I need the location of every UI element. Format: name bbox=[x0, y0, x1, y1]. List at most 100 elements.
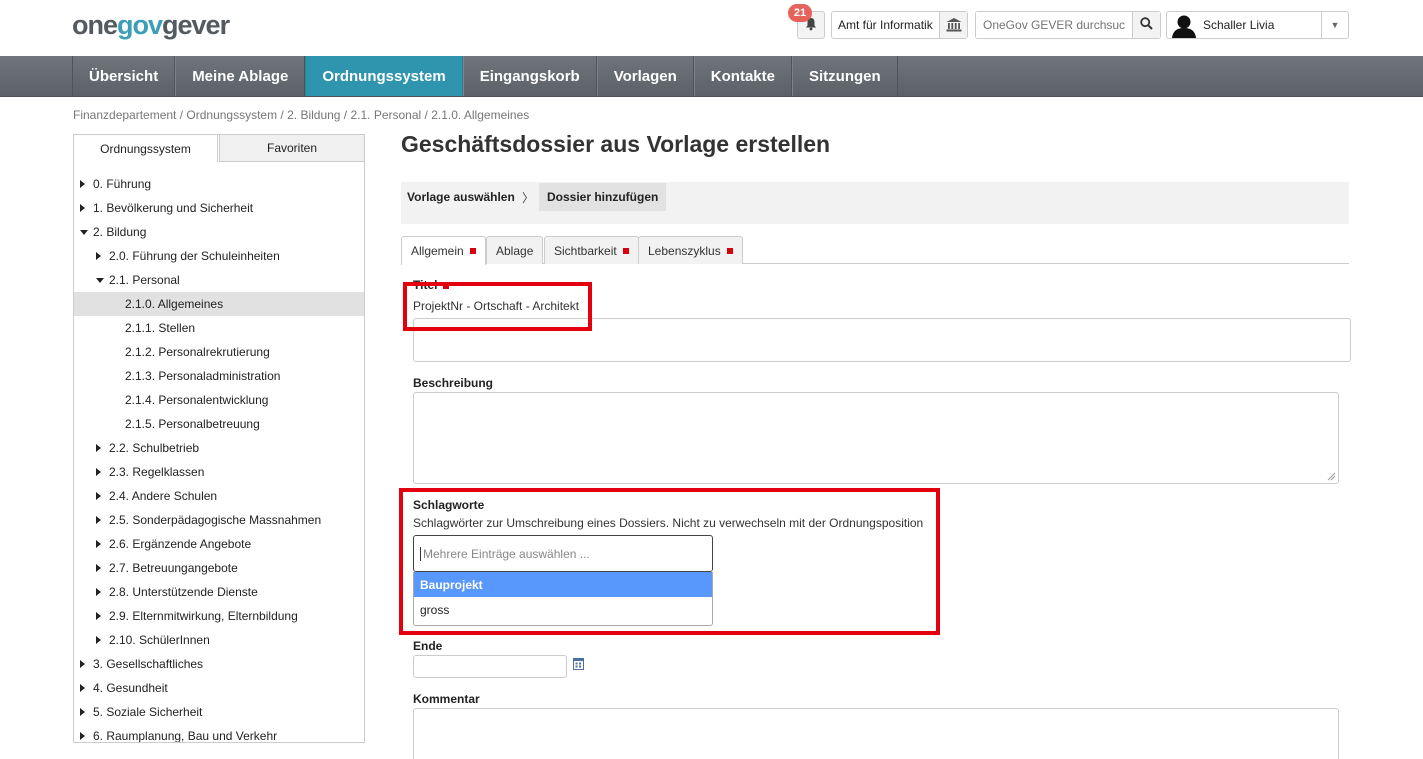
search-icon bbox=[1140, 17, 1153, 33]
chevron-down-icon[interactable]: ▼ bbox=[1321, 12, 1348, 38]
tree-node[interactable]: 2.1.2. Personalrekrutierung bbox=[74, 340, 364, 364]
tree-node[interactable]: 2.10. SchülerInnen bbox=[74, 628, 364, 652]
nav-item-kontakte[interactable]: Kontakte bbox=[693, 56, 792, 96]
tree-node-label: 2.4. Andere Schulen bbox=[109, 489, 218, 503]
tab-favoriten[interactable]: Favoriten bbox=[219, 135, 364, 162]
tab-lebenszyklus[interactable]: Lebenszyklus bbox=[638, 236, 743, 264]
caret-right-icon[interactable] bbox=[80, 660, 85, 668]
tree-node[interactable]: 2.3. Regelklassen bbox=[74, 460, 364, 484]
caret-right-icon[interactable] bbox=[80, 684, 85, 692]
tab-allgemein[interactable]: Allgemein bbox=[401, 236, 486, 265]
tab-sichtbarkeit[interactable]: Sichtbarkeit bbox=[544, 236, 639, 264]
tree-node[interactable]: 2.1. Personal bbox=[74, 268, 364, 292]
caret-right-icon[interactable] bbox=[96, 588, 101, 596]
org-unit-selector[interactable]: Amt für Informatik bbox=[831, 11, 968, 39]
tree-node[interactable]: 2.6. Ergänzende Angebote bbox=[74, 532, 364, 556]
caret-right-icon[interactable] bbox=[96, 636, 101, 644]
tree-node[interactable]: 2.0. Führung der Schuleinheiten bbox=[74, 244, 364, 268]
tree-node-label: 2.2. Schulbetrieb bbox=[109, 441, 200, 455]
tree-node[interactable]: 2.9. Elternmitwirkung, Elternbildung bbox=[74, 604, 364, 628]
caret-down-icon[interactable] bbox=[80, 230, 88, 235]
caret-down-icon[interactable] bbox=[96, 278, 104, 283]
wizard-step-select-template[interactable]: Vorlage auswählen bbox=[407, 190, 515, 204]
kommentar-textarea[interactable] bbox=[413, 708, 1339, 759]
tree-node-label: 0. Führung bbox=[93, 177, 152, 191]
user-name: Schaller Livia bbox=[1203, 18, 1275, 32]
caret-right-icon[interactable] bbox=[96, 540, 101, 548]
nav-item-ordnungssystem[interactable]: Ordnungssystem bbox=[305, 56, 463, 96]
tree-node-label: 2.8. Unterstützende Dienste bbox=[109, 585, 258, 599]
tree-node-label: 2.0. Führung der Schuleinheiten bbox=[109, 249, 280, 263]
ende-label: Ende bbox=[413, 639, 443, 653]
calendar-icon[interactable] bbox=[573, 657, 584, 673]
tree-node[interactable]: 5. Soziale Sicherheit bbox=[74, 700, 364, 724]
required-marker bbox=[726, 247, 733, 254]
search-button[interactable] bbox=[1132, 12, 1160, 38]
tree-node-label: 3. Gesellschaftliches bbox=[93, 657, 204, 671]
tab-ordnungssystem[interactable]: Ordnungssystem bbox=[74, 135, 218, 162]
tree-node[interactable]: 2.7. Betreuungangebote bbox=[74, 556, 364, 580]
tree-node[interactable]: 2.1.0. Allgemeines bbox=[74, 292, 364, 316]
ende-date-input[interactable] bbox=[413, 655, 567, 678]
tree-node[interactable]: 1. Bevölkerung und Sicherheit bbox=[74, 196, 364, 220]
tree-node[interactable]: 2.1.1. Stellen bbox=[74, 316, 364, 340]
tree-node[interactable]: 2.4. Andere Schulen bbox=[74, 484, 364, 508]
caret-right-icon[interactable] bbox=[96, 516, 101, 524]
tree-node[interactable]: 0. Führung bbox=[74, 172, 364, 196]
titel-highlight-box bbox=[403, 282, 592, 331]
tree-node[interactable]: 2.8. Unterstützende Dienste bbox=[74, 580, 364, 604]
tree-node-label: 2.10. SchülerInnen bbox=[109, 633, 210, 647]
tab-ablage[interactable]: Ablage bbox=[486, 236, 544, 264]
tree-node[interactable]: 2.1.4. Personalentwicklung bbox=[74, 388, 364, 412]
caret-right-icon[interactable] bbox=[80, 732, 85, 740]
tree-node-label: 2.3. Regelklassen bbox=[109, 465, 205, 479]
app-logo[interactable]: onegovgever bbox=[72, 10, 230, 41]
caret-right-icon[interactable] bbox=[96, 468, 101, 476]
user-menu[interactable]: Schaller Livia ▼ bbox=[1166, 11, 1349, 39]
beschreibung-textarea[interactable] bbox=[413, 392, 1339, 484]
tree-node-label: 2.6. Ergänzende Angebote bbox=[109, 537, 252, 551]
breadcrumb[interactable]: Finanzdepartement / Ordnungssystem / 2. … bbox=[73, 108, 529, 122]
tree-node-label: 2.1.0. Allgemeines bbox=[125, 297, 224, 311]
tree-node[interactable]: 6. Raumplanung, Bau und Verkehr bbox=[74, 724, 364, 743]
search-input[interactable] bbox=[976, 12, 1132, 38]
nav-item-vorlagen[interactable]: Vorlagen bbox=[596, 56, 694, 96]
tree-node-label: 5. Soziale Sicherheit bbox=[93, 705, 203, 719]
tree-node[interactable]: 2.1.3. Personaladministration bbox=[74, 364, 364, 388]
tree-node-label: 2.1. Personal bbox=[109, 273, 180, 287]
tree-node-label: 4. Gesundheit bbox=[93, 681, 168, 695]
form-tabs: Allgemein Ablage Sichtbarkeit Lebenszykl… bbox=[401, 236, 1349, 265]
notification-count-badge[interactable]: 21 bbox=[788, 4, 812, 22]
caret-right-icon[interactable] bbox=[80, 708, 85, 716]
sidebar-tabs: Ordnungssystem Favoriten bbox=[74, 135, 364, 162]
repository-tree: 0. Führung 1. Bevölkerung und Sicherheit 2… bbox=[74, 172, 364, 743]
caret-right-icon[interactable] bbox=[96, 252, 101, 260]
tree-node[interactable]: 2. Bildung bbox=[74, 220, 364, 244]
tree-node-label: 1. Bevölkerung und Sicherheit bbox=[93, 201, 254, 215]
caret-right-icon[interactable] bbox=[96, 564, 101, 572]
page-title: Geschäftsdossier aus Vorlage erstellen bbox=[401, 131, 831, 157]
caret-right-icon[interactable] bbox=[96, 492, 101, 500]
nav-item-sitzungen[interactable]: Sitzungen bbox=[791, 56, 898, 96]
tree-node-label: 2.9. Elternmitwirkung, Elternbildung bbox=[109, 609, 298, 623]
tree-node-label: 2.1.5. Personalbetreuung bbox=[125, 417, 260, 431]
org-unit-label: Amt für Informatik bbox=[838, 18, 933, 32]
tree-node-label: 6. Raumplanung, Bau und Verkehr bbox=[93, 729, 278, 743]
wizard-steps: Vorlage auswählen 〉 Dossier hinzufügen bbox=[401, 182, 1349, 224]
tree-node[interactable]: 2.1.5. Personalbetreuung bbox=[74, 412, 364, 436]
caret-right-icon[interactable] bbox=[96, 444, 101, 452]
caret-right-icon[interactable] bbox=[96, 612, 101, 620]
resize-handle-icon[interactable] bbox=[1327, 472, 1336, 481]
beschreibung-label: Beschreibung bbox=[413, 376, 494, 390]
tree-node[interactable]: 3. Gesellschaftliches bbox=[74, 652, 364, 676]
nav-item-uebersicht[interactable]: Übersicht bbox=[72, 56, 176, 96]
nav-item-meine-ablage[interactable]: Meine Ablage bbox=[175, 56, 306, 96]
nav-item-eingangskorb[interactable]: Eingangskorb bbox=[462, 56, 597, 96]
caret-right-icon[interactable] bbox=[80, 204, 85, 212]
tree-node-label: 2.7. Betreuungangebote bbox=[109, 561, 238, 575]
tree-node[interactable]: 4. Gesundheit bbox=[74, 676, 364, 700]
tree-node[interactable]: 2.5. Sonderpädagogische Massnahmen bbox=[74, 508, 364, 532]
caret-right-icon[interactable] bbox=[80, 180, 85, 188]
global-search bbox=[975, 11, 1161, 39]
tree-node[interactable]: 2.2. Schulbetrieb bbox=[74, 436, 364, 460]
